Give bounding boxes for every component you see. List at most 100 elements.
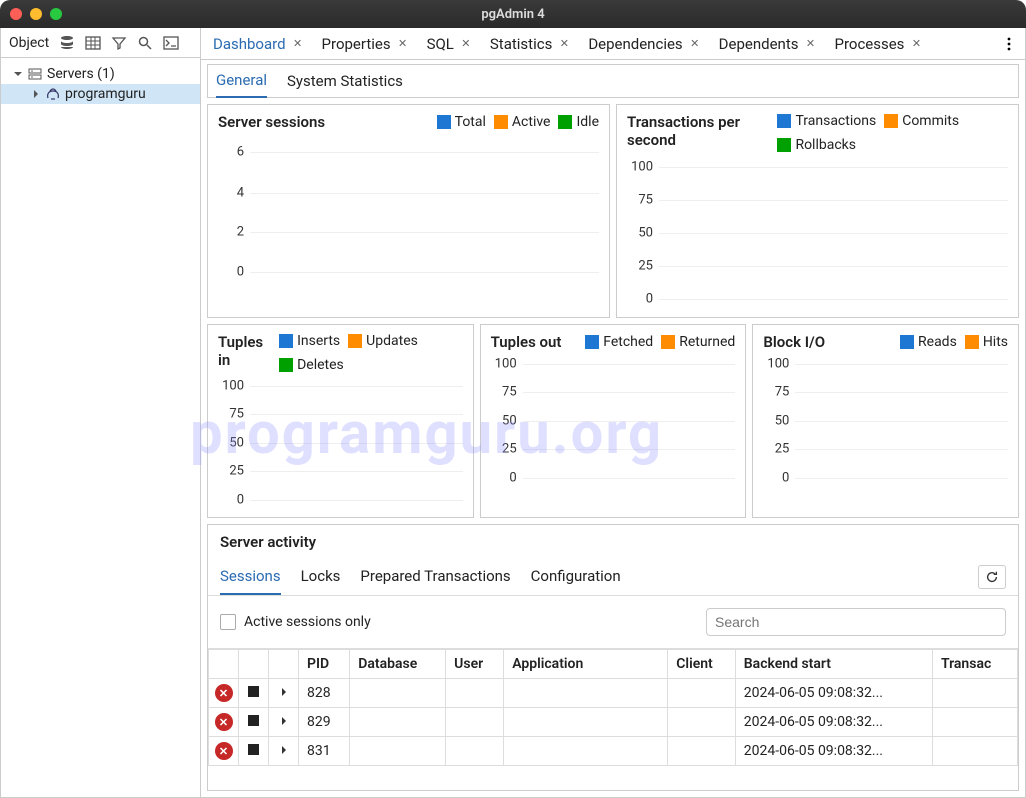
panel-title: Server sessions bbox=[218, 113, 325, 131]
view-data-icon[interactable] bbox=[81, 31, 105, 55]
close-icon[interactable] bbox=[460, 38, 472, 50]
legend-item: Idle bbox=[558, 113, 599, 131]
chart-body: 100 75 50 25 0 bbox=[523, 357, 736, 487]
cell-application bbox=[504, 679, 668, 708]
column-header[interactable] bbox=[269, 650, 299, 679]
chevron-right-icon[interactable] bbox=[279, 714, 289, 730]
legend-item: Inserts bbox=[279, 333, 340, 349]
cell-backend-start: 2024-06-05 09:08:32... bbox=[735, 708, 932, 737]
maximize-window-button[interactable] bbox=[50, 8, 62, 20]
panel-transactions-per-second: Transactions per second Transactions Com… bbox=[616, 104, 1019, 318]
object-label: Object bbox=[5, 35, 53, 51]
activity-tab-prepared-transactions[interactable]: Prepared Transactions bbox=[360, 559, 510, 595]
tree-node-label: programguru bbox=[65, 86, 146, 102]
swatch-icon bbox=[777, 114, 791, 128]
legend-item: Active bbox=[494, 113, 551, 131]
traffic-lights bbox=[10, 8, 62, 20]
column-header-application[interactable]: Application bbox=[504, 650, 668, 679]
psql-tool-icon[interactable] bbox=[159, 31, 183, 55]
swatch-icon bbox=[777, 138, 791, 152]
minimize-window-button[interactable] bbox=[30, 8, 42, 20]
chevron-right-icon[interactable] bbox=[279, 743, 289, 759]
panel-block-io: Block I/O Reads Hits 100 75 50 25 0 bbox=[752, 324, 1019, 518]
legend-item: Total bbox=[437, 113, 486, 131]
sidebar: Object Servers (1) programguru bbox=[1, 28, 201, 797]
sessions-table: PID Database User Application Client Bac… bbox=[208, 649, 1018, 790]
content-area: Dashboard Properties SQL Statistics Depe… bbox=[201, 28, 1025, 797]
column-header[interactable] bbox=[209, 650, 239, 679]
column-header-pid[interactable]: PID bbox=[299, 650, 350, 679]
legend-item: Transactions bbox=[777, 113, 876, 129]
query-tool-icon[interactable] bbox=[55, 31, 79, 55]
table-row[interactable]: ✕8292024-06-05 09:08:32... bbox=[209, 708, 1018, 737]
close-icon[interactable] bbox=[804, 38, 816, 50]
active-sessions-only-checkbox[interactable] bbox=[220, 614, 236, 630]
tree-node-label: Servers (1) bbox=[47, 66, 115, 82]
swatch-icon bbox=[965, 335, 979, 349]
tabs-overflow-menu[interactable] bbox=[997, 32, 1021, 56]
tab-dashboard[interactable]: Dashboard bbox=[205, 31, 312, 57]
window-title: pgAdmin 4 bbox=[481, 7, 544, 22]
activity-tab-sessions[interactable]: Sessions bbox=[220, 559, 281, 595]
table-row[interactable]: ✕8312024-06-05 09:08:32... bbox=[209, 737, 1018, 766]
titlebar: pgAdmin 4 bbox=[0, 0, 1026, 28]
close-icon[interactable] bbox=[292, 38, 304, 50]
cell-pid: 831 bbox=[299, 737, 350, 766]
column-header-backend-start[interactable]: Backend start bbox=[735, 650, 932, 679]
server-group-icon bbox=[27, 66, 43, 82]
search-objects-icon[interactable] bbox=[133, 31, 157, 55]
column-header-client[interactable]: Client bbox=[668, 650, 736, 679]
tab-sql[interactable]: SQL bbox=[419, 31, 480, 57]
panel-title: Tuples in bbox=[218, 333, 271, 373]
tab-statistics[interactable]: Statistics bbox=[482, 31, 578, 57]
cancel-query-icon[interactable] bbox=[248, 744, 259, 755]
legend-item: Rollbacks bbox=[777, 137, 856, 153]
legend: Fetched Returned bbox=[585, 333, 735, 351]
subtab-general[interactable]: General bbox=[216, 64, 267, 98]
chevron-right-icon[interactable] bbox=[279, 685, 289, 701]
close-window-button[interactable] bbox=[10, 8, 22, 20]
filter-rows-icon[interactable] bbox=[107, 31, 131, 55]
column-header[interactable] bbox=[239, 650, 269, 679]
close-icon[interactable] bbox=[558, 38, 570, 50]
tree-node-servers[interactable]: Servers (1) bbox=[1, 64, 200, 84]
activity-tab-locks[interactable]: Locks bbox=[301, 559, 341, 595]
cell-transaction bbox=[932, 737, 1017, 766]
cancel-query-icon[interactable] bbox=[248, 686, 259, 697]
terminate-session-icon[interactable]: ✕ bbox=[215, 684, 233, 702]
close-icon[interactable] bbox=[397, 38, 409, 50]
legend-item: Fetched bbox=[585, 333, 653, 351]
tab-dependencies[interactable]: Dependencies bbox=[580, 31, 708, 57]
terminate-session-icon[interactable]: ✕ bbox=[215, 742, 233, 760]
activity-tab-configuration[interactable]: Configuration bbox=[531, 559, 621, 595]
legend-item: Deletes bbox=[279, 357, 344, 373]
close-icon[interactable] bbox=[910, 38, 922, 50]
panel-title: Tuples out bbox=[491, 333, 562, 351]
column-header-user[interactable]: User bbox=[446, 650, 504, 679]
panel-tuples-in: Tuples in Inserts Updates Deletes 100 75… bbox=[207, 324, 474, 518]
tab-processes[interactable]: Processes bbox=[826, 31, 930, 57]
tab-properties[interactable]: Properties bbox=[314, 31, 417, 57]
chart-body: 6 4 2 0 bbox=[250, 137, 599, 287]
cell-application bbox=[504, 737, 668, 766]
cancel-query-icon[interactable] bbox=[248, 715, 259, 726]
legend-item: Updates bbox=[348, 333, 418, 349]
column-header-transaction[interactable]: Transac bbox=[932, 650, 1017, 679]
tree-node-server[interactable]: programguru bbox=[1, 84, 200, 104]
chart-body: 100 75 50 25 0 bbox=[250, 379, 463, 509]
tab-dependents[interactable]: Dependents bbox=[711, 31, 825, 57]
cell-transaction bbox=[932, 708, 1017, 737]
column-header-database[interactable]: Database bbox=[350, 650, 446, 679]
refresh-button[interactable] bbox=[978, 565, 1006, 589]
search-input[interactable] bbox=[706, 608, 1006, 636]
panel-server-activity: Server activity Sessions Locks Prepared … bbox=[207, 524, 1019, 791]
object-tree: Servers (1) programguru bbox=[1, 58, 200, 110]
panel-title: Block I/O bbox=[763, 333, 825, 351]
terminate-session-icon[interactable]: ✕ bbox=[215, 713, 233, 731]
chart-body: 100 75 50 25 0 bbox=[795, 357, 1008, 487]
legend: Total Active Idle bbox=[437, 113, 599, 131]
table-row[interactable]: ✕8282024-06-05 09:08:32... bbox=[209, 679, 1018, 708]
subtab-system-statistics[interactable]: System Statistics bbox=[287, 65, 403, 97]
legend: Transactions Commits Rollbacks bbox=[777, 113, 1008, 153]
close-icon[interactable] bbox=[689, 38, 701, 50]
